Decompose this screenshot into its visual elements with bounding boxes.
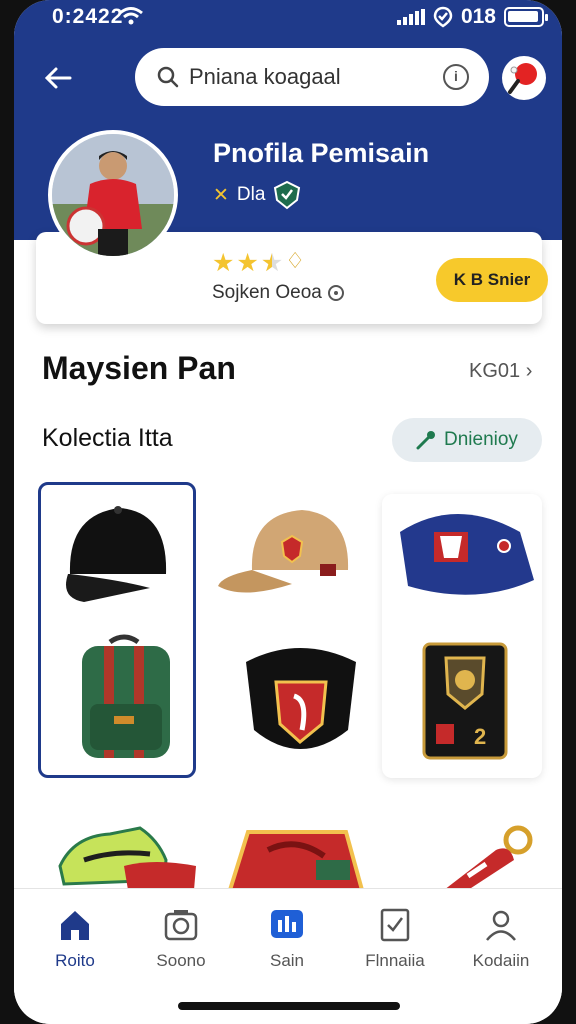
search-input[interactable] (189, 64, 429, 90)
see-all-link[interactable]: KG01 › (469, 360, 532, 383)
home-icon (61, 911, 89, 940)
shield-pouch-icon[interactable] (236, 640, 366, 766)
card-subtitle: Sojken Oeoa (212, 282, 322, 303)
status-time: 0:2422 (52, 5, 124, 28)
back-button[interactable] (38, 58, 78, 98)
half-star-icon: ★ (261, 248, 283, 278)
player-photo (52, 134, 174, 256)
table-tennis-button[interactable] (502, 56, 546, 100)
sneakers-icon[interactable] (54, 820, 204, 890)
collection-title: Kolectia Itta (42, 424, 173, 452)
nav-item-flnnaiia[interactable]: Flnnaiia (340, 907, 450, 971)
document-check-icon (380, 908, 410, 942)
badge-card-icon[interactable]: 2 (422, 642, 508, 760)
wifi-icon (119, 7, 143, 25)
status-bar: 0:2422 018 (14, 0, 562, 34)
profile-subtitle: Dla (236, 184, 266, 205)
star-icon: ★ (212, 249, 235, 277)
action-button[interactable]: K B Snier (436, 258, 548, 302)
profile-title: Pnofila Pemisain (213, 138, 430, 168)
signal-icon (396, 9, 425, 25)
location-icon (433, 6, 453, 28)
chevron-right-icon: › (525, 360, 533, 382)
status-dot-icon (327, 285, 344, 301)
sparkle-icon: ✕ (213, 184, 229, 206)
nav-label: Kodaiin (472, 951, 530, 970)
nav-label: Flnnaiia (365, 951, 425, 970)
table-tennis-icon (508, 63, 537, 94)
home-indicator[interactable] (178, 1002, 400, 1010)
info-icon[interactable]: i (443, 64, 469, 90)
tan-cap-icon[interactable] (212, 500, 362, 610)
search-bar[interactable]: i (135, 48, 489, 106)
nav-item-sain[interactable]: Sain (232, 907, 342, 971)
avatar[interactable] (48, 130, 178, 260)
nav-item-soono[interactable]: Soono (126, 907, 236, 971)
nav-item-roito[interactable]: Roito (20, 907, 130, 971)
nav-label: Soono (156, 951, 206, 970)
battery-icon (504, 7, 548, 27)
see-all-label: KG01 (469, 360, 521, 382)
keychain-icon[interactable] (438, 820, 542, 890)
nav-label: Roito (55, 951, 95, 970)
chart-icon (271, 910, 303, 938)
profile-subtitle-row: ✕ Dla (213, 180, 301, 210)
search-icon (157, 66, 179, 88)
club-crest-icon (274, 180, 301, 210)
profile-icon (486, 910, 516, 941)
nav-item-kodaiin[interactable]: Kodaiin (446, 907, 556, 971)
section-title: Maysien Pan (42, 350, 236, 386)
card-subtitle-row: Sojken Oeoa (212, 282, 344, 304)
blue-hat-icon[interactable] (386, 502, 538, 606)
app-screen: 0:2422 018 Pniana koagaal i Pnofila Pemi… (14, 0, 562, 1024)
black-cap-icon[interactable] (50, 494, 184, 614)
carrier-text: 018 (460, 5, 496, 28)
arrow-left-icon (44, 67, 72, 89)
star-icon: ★ (236, 249, 259, 277)
verified-badge-icon: ♢ (285, 248, 305, 273)
rating-stars: ★ ★ ★ ♢ (212, 248, 305, 278)
svg-text:2: 2 (474, 724, 486, 749)
nav-label: Sain (269, 951, 305, 970)
green-backpack-icon[interactable] (64, 630, 184, 760)
red-scarf-icon[interactable] (226, 826, 366, 890)
filter-label: Dnienioy (444, 429, 518, 450)
camera-icon (164, 910, 198, 941)
brush-icon (416, 431, 435, 450)
filter-button[interactable]: Dnienioy (392, 418, 542, 462)
